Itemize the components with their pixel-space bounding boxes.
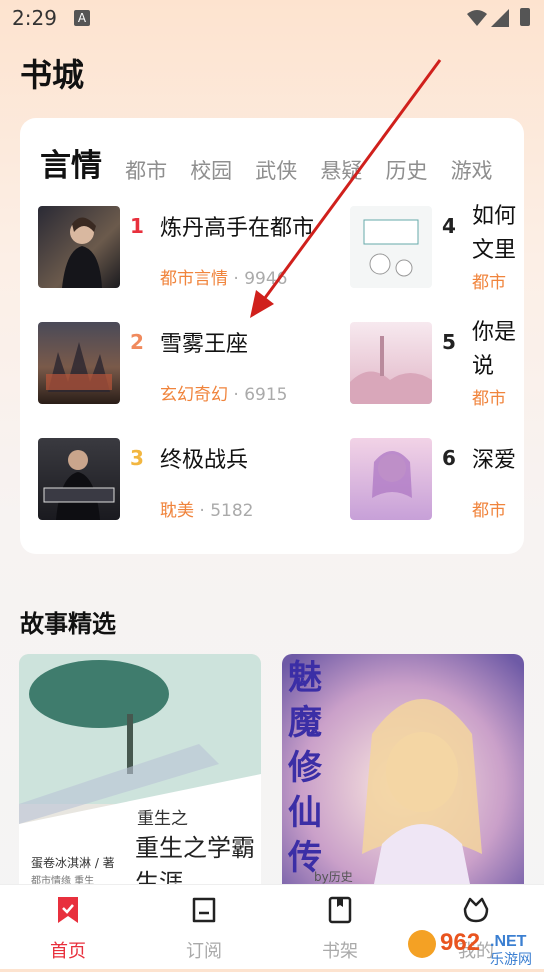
nav-label: 订阅 [186,941,222,962]
featured-book-card[interactable]: 重生之 重生之学霸生涯 蛋卷冰淇淋 / 著 都市情缘 重生 [19,654,261,894]
book-rank: 1 [130,214,144,238]
book-tag: 都市 [472,389,506,409]
wifi-icon [467,10,487,26]
nav-label: 首页 [50,941,86,962]
book-tag: 都市 [472,501,506,521]
book-meta: 耽美 · 5182 [160,496,253,521]
bookshelf-icon [328,896,352,924]
tab-history[interactable]: 历史 [385,155,427,180]
book-tag: 玄幻奇幻 [160,385,228,405]
book-title: 终极战兵 [160,448,249,473]
book-title: 如何文里 [472,204,517,263]
book-meta: 玄幻奇幻 · 6915 [160,380,287,405]
status-time: 2:29 [12,6,57,30]
tab-martial[interactable]: 武侠 [255,155,297,180]
notification-badge: A [74,10,90,26]
svg-text:.NET: .NET [490,933,527,950]
book-title: 深爱 [472,448,517,473]
nav-bookshelf[interactable]: 书架 [300,895,380,965]
signal-icon [491,9,509,27]
book-title: 你是说 [472,320,517,379]
featured-author: 蛋卷冰淇淋 / 著 [31,856,115,870]
section-title: 故事精选 [20,610,116,638]
tab-campus[interactable]: 校园 [190,155,232,180]
book-tag: 耽美 [160,501,194,521]
book-cover [38,322,120,404]
book-cover [350,206,432,288]
book-item[interactable]: 3 终极战兵 耽美 · 5182 [38,438,268,528]
category-tabs: 言情 都市 校园 武侠 悬疑 历史 游戏 [40,140,524,180]
book-cover [350,322,432,404]
tab-mystery[interactable]: 悬疑 [320,155,362,180]
book-title: 炼丹高手在都市 [160,216,315,241]
book-rank: 3 [130,446,144,470]
page-title: 书城 [20,56,85,94]
meta-separator: · [233,385,239,405]
meta-separator: · [199,501,205,521]
book-tag: 都市言情 [160,269,228,289]
book-rank: 5 [442,330,456,354]
book-count: 6915 [244,385,288,405]
svg-text:962: 962 [440,929,480,956]
book-rank: 6 [442,446,456,470]
nav-home[interactable]: 首页 [28,895,108,965]
book-rank: 4 [442,214,456,238]
status-bar: 2:29 A [0,0,544,40]
featured-book-card[interactable]: 魅魔修仙传 by历史 [282,654,524,894]
tab-romance[interactable]: 言情 [40,140,102,180]
book-item[interactable]: 2 雪雾王座 玄幻奇幻 · 6915 [38,322,287,412]
watermark-logo: 962 .NET 乐游网 [408,929,532,968]
book-count: 5182 [210,501,254,521]
book-item[interactable]: 4 如何文里 都市 [350,204,524,296]
battery-icon [520,8,530,26]
tab-game[interactable]: 游戏 [451,155,493,180]
book-meta: 都市言情 · 9946 [160,264,287,289]
tab-urban[interactable]: 都市 [125,155,167,180]
nav-label: 书架 [322,941,358,962]
book-cover [350,438,432,520]
book-tag: 都市 [472,273,506,293]
book-cover [38,438,120,520]
subscribe-icon [192,897,216,923]
bookmark-icon [58,897,78,923]
book-rank: 2 [130,330,144,354]
featured-title: 魅魔修仙传 [288,658,322,878]
book-item[interactable]: 5 你是说 都市 [350,320,524,412]
featured-title-top: 重生之 [137,809,188,829]
book-item[interactable]: 1 炼丹高手在都市 都市言情 · 9946 [38,206,314,296]
featured-author: by历史 [314,870,353,884]
nav-subscribe[interactable]: 订阅 [164,895,244,965]
book-title: 雪雾王座 [160,332,249,357]
book-count: 9946 [244,269,288,289]
book-item[interactable]: 6 深爱 都市 [350,438,524,528]
meta-separator: · [233,269,239,289]
book-cover [38,206,120,288]
ranking-card: 言情 都市 校园 武侠 悬疑 历史 游戏 1 炼丹高手在都市 都市言情 · 99… [20,118,524,554]
site-watermark: 962 .NET 乐游网 [404,918,544,968]
svg-text:乐游网: 乐游网 [490,952,532,968]
